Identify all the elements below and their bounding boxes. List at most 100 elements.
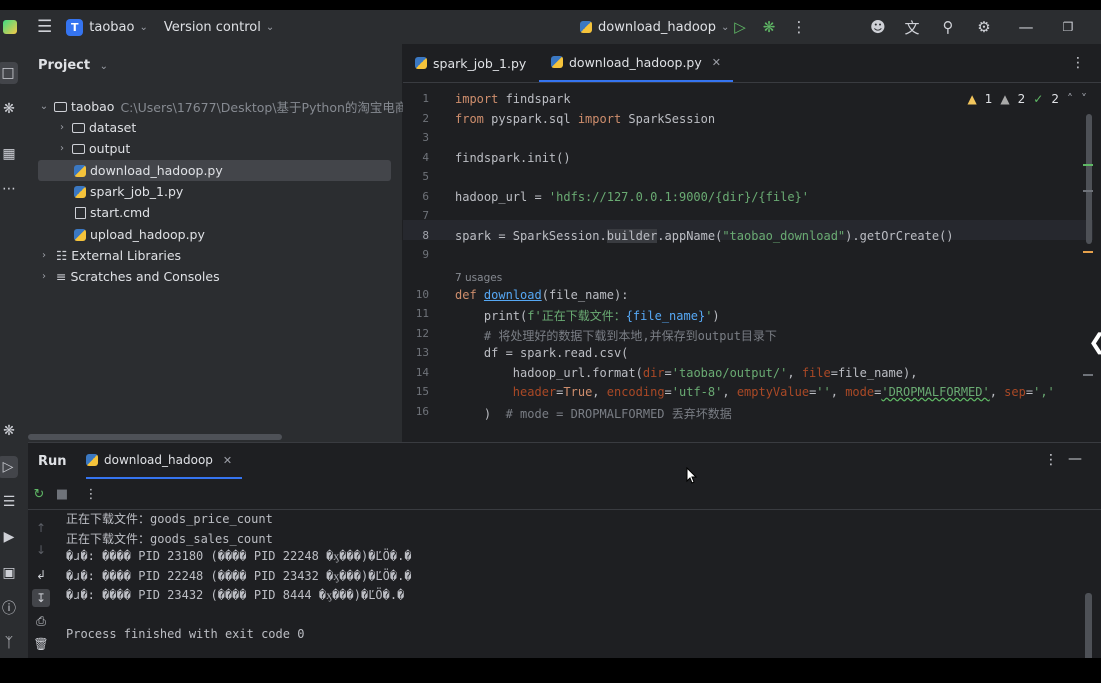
restore-window-icon[interactable]: ❐ xyxy=(1058,10,1078,44)
problems-icon[interactable]: ⓘ xyxy=(0,597,18,619)
chevron-up-icon[interactable]: ˄ xyxy=(1067,92,1073,106)
change-marker[interactable] xyxy=(1083,374,1093,376)
tab-spark-job[interactable]: spark_job_1.py xyxy=(415,44,526,82)
code-line-6[interactable]: hadoop_url = 'hdfs://127.0.0.1:9000/{dir… xyxy=(455,190,809,209)
chevron-down-icon[interactable]: ⌄ xyxy=(266,22,274,33)
run-panel-title[interactable]: Run xyxy=(38,454,67,469)
tree-root-taobao[interactable]: ⌄ taobao C:\Users\17677\Desktop\基于Python… xyxy=(38,96,433,117)
project-panel-title-label: Project xyxy=(38,58,91,73)
mouse-cursor-icon xyxy=(686,467,698,484)
code-line-15[interactable]: header=True, encoding='utf-8', emptyValu… xyxy=(455,385,1055,404)
print-icon[interactable]: ⎙ xyxy=(32,612,50,630)
run-config-label: download_hadoop xyxy=(598,19,716,35)
debug-icon[interactable]: ❋ xyxy=(760,10,778,44)
chevron-right-icon[interactable]: › xyxy=(38,250,50,261)
search-icon[interactable]: ⚲ xyxy=(938,10,958,44)
tree-item-label: dataset xyxy=(89,120,137,135)
version-control-menu[interactable]: Version control xyxy=(164,20,261,35)
tree-item-start-cmd[interactable]: start.cmd xyxy=(71,202,150,223)
tree-item-label: download_hadoop.py xyxy=(90,163,223,178)
hide-panel-icon[interactable]: — xyxy=(1068,451,1082,467)
git-icon[interactable]: ᛉ xyxy=(0,632,18,654)
tree-item-label: upload_hadoop.py xyxy=(90,227,205,242)
run-tab-download-hadoop[interactable]: download_hadoop ✕ xyxy=(86,443,243,479)
soft-wrap-icon[interactable]: ↲ xyxy=(32,566,50,584)
more-tools-icon[interactable]: ⋯ xyxy=(0,178,18,200)
chevron-right-icon[interactable]: › xyxy=(38,271,50,282)
project-badge[interactable]: T xyxy=(66,18,84,36)
console-vertical-scrollbar[interactable] xyxy=(1085,593,1092,658)
console-line: �ɹ�: ���� PID 22248 (���� PID 23432 �ӽ��… xyxy=(66,569,412,583)
chevron-right-icon[interactable]: › xyxy=(56,143,68,154)
console-output[interactable]: 正在下载文件：goods_price_count 正在下载文件：goods_sa… xyxy=(66,509,1086,658)
chevron-down-icon[interactable]: ˅ xyxy=(1081,92,1087,106)
tab-download-hadoop[interactable]: download_hadoop.py ✕ xyxy=(539,44,733,82)
change-marker[interactable] xyxy=(1083,164,1093,166)
code-line-12[interactable]: # 将处理好的数据下载到本地,并保存到output目录下 xyxy=(455,327,777,346)
code-line-11[interactable]: print(f'正在下载文件：{file_name}') xyxy=(455,307,720,326)
tree-item-label: output xyxy=(89,141,131,156)
tree-item-label: spark_job_1.py xyxy=(90,184,184,199)
usages-hint[interactable]: 7 usages xyxy=(455,272,502,284)
code-line-16[interactable]: ) # mode = DROPMALFORMED 丢弃坏数据 xyxy=(455,405,732,424)
inspection-widget[interactable]: ▲ 1 ▲ 2 ✓ 2 ˄ ˅ xyxy=(968,92,1087,106)
translate-icon[interactable]: 文 xyxy=(902,10,922,44)
layers-icon[interactable]: ☰ xyxy=(0,491,18,513)
arrow-down-icon[interactable]: ↓ xyxy=(32,541,50,559)
rerun-icon[interactable]: ↻ xyxy=(30,485,48,503)
structure-icon[interactable]: ▦ xyxy=(0,143,18,165)
code-line-1[interactable]: import findspark xyxy=(455,92,571,111)
code-line-2[interactable]: from pyspark.sql import SparkSession xyxy=(455,112,715,131)
tree-item-external-libraries[interactable]: › ☷ External Libraries xyxy=(38,245,181,266)
console-line: �ɹ�: ���� PID 23432 (���� PID 8444 �ӽ���… xyxy=(66,588,405,602)
chevron-down-icon[interactable]: ⌄ xyxy=(38,101,50,112)
tree-item-download-hadoop[interactable]: download_hadoop.py xyxy=(38,160,391,181)
project-panel-title[interactable]: Project ⌄ xyxy=(38,58,108,73)
tree-item-upload-hadoop[interactable]: upload_hadoop.py xyxy=(74,224,205,245)
run-config-selector[interactable]: download_hadoop ⌄ xyxy=(580,10,729,44)
settings-icon[interactable]: ⚙ xyxy=(974,10,994,44)
code-line-8[interactable]: spark = SparkSession.builder.appName("ta… xyxy=(455,229,954,248)
scroll-to-end-icon[interactable]: ↧ xyxy=(32,589,50,607)
more-icon[interactable]: ⋮ xyxy=(82,485,100,503)
close-icon[interactable]: ✕ xyxy=(712,56,721,69)
tree-item-dataset[interactable]: › dataset xyxy=(56,117,136,138)
code-line-14[interactable]: hadoop_url.format(dir='taobao/output/', … xyxy=(455,366,918,385)
stop-icon[interactable]: ■ xyxy=(53,485,71,503)
close-icon[interactable]: ✕ xyxy=(223,454,232,467)
change-marker[interactable] xyxy=(1083,190,1093,192)
chevron-right-icon[interactable]: › xyxy=(56,122,68,133)
run-panel-header: Run download_hadoop ✕ ⋮ — xyxy=(28,443,1101,479)
editor-tabs: spark_job_1.py download_hadoop.py ✕ ⋮ xyxy=(403,44,1101,83)
python-console-icon[interactable]: ❋ xyxy=(0,420,18,442)
trash-icon[interactable]: 🗑 xyxy=(32,635,50,653)
tree-item-scratches[interactable]: › ≡ Scratches and Consoles xyxy=(38,266,220,287)
code-line-4[interactable]: findspark.init() xyxy=(455,151,571,170)
terminal-icon[interactable]: ▣ xyxy=(0,562,18,584)
project-horizontal-scrollbar[interactable] xyxy=(28,434,282,440)
add-user-icon[interactable]: ☻ xyxy=(868,10,888,44)
chevron-left-icon[interactable]: ❮ xyxy=(1088,330,1101,358)
tree-item-output[interactable]: › output xyxy=(56,138,130,159)
services-icon[interactable]: ▶ xyxy=(0,526,18,548)
code-line-10[interactable]: def download(file_name): xyxy=(455,288,628,307)
line-number: 10 xyxy=(415,288,429,301)
tree-item-spark-job[interactable]: spark_job_1.py xyxy=(74,181,183,202)
python-packages-icon[interactable]: ❋ xyxy=(0,98,18,120)
more-actions-icon[interactable]: ⋮ xyxy=(790,10,808,44)
project-name[interactable]: taobao xyxy=(89,20,134,35)
code-line-13[interactable]: df = spark.read.csv( xyxy=(455,346,629,365)
arrow-up-icon[interactable]: ↑ xyxy=(32,519,50,537)
chevron-down-icon[interactable]: ⌄ xyxy=(139,22,147,33)
code-editor: spark_job_1.py download_hadoop.py ✕ ⋮ ▲ 1… xyxy=(403,44,1101,442)
run-icon[interactable]: ▷ xyxy=(731,10,749,44)
tab-options-icon[interactable]: ⋮ xyxy=(1071,44,1085,82)
warning-marker[interactable] xyxy=(1083,251,1093,253)
editor-vertical-scrollbar[interactable] xyxy=(1086,114,1092,244)
run-tool-icon[interactable]: ▷ xyxy=(0,456,18,478)
run-options-icon[interactable]: ⋮ xyxy=(1044,452,1058,468)
project-tool-icon[interactable]: □ xyxy=(0,62,18,84)
minimize-icon[interactable]: — xyxy=(1016,10,1036,44)
folder-icon xyxy=(72,122,85,133)
main-menu-icon[interactable]: ☰ xyxy=(37,17,52,37)
